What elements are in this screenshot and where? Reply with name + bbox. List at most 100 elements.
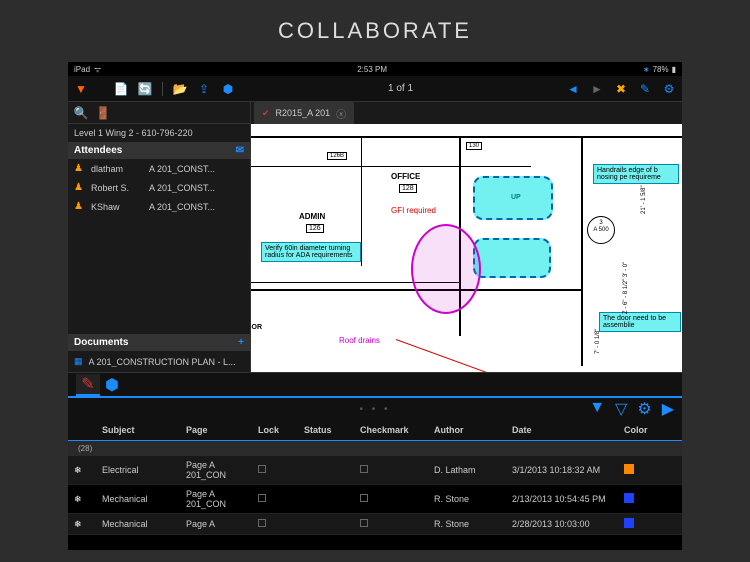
annotation-door[interactable]: The door need to be assemblie — [599, 312, 681, 332]
attendee-name: KShaw — [91, 202, 141, 212]
attendee-doc: A 201_CONST... — [149, 164, 244, 174]
document-row[interactable]: ▦ A 201_CONSTRUCTION PLAN - L... — [68, 351, 250, 372]
table-row[interactable]: ❄ MechanicalPage A 201_CON R. Stone2/13/20… — [68, 485, 682, 514]
page-dots: • • • — [359, 404, 390, 415]
3d-tab[interactable]: ⬢ — [100, 374, 124, 396]
cell-author: R. Stone — [428, 519, 506, 529]
col-checkmark[interactable]: Checkmark — [354, 425, 428, 435]
cell-checkmark[interactable] — [354, 494, 428, 504]
pencil-icon[interactable]: ✎ — [638, 82, 652, 96]
cell-checkmark[interactable] — [354, 465, 428, 475]
annotation-ada[interactable]: Verify 60in diameter turning radius for … — [261, 242, 361, 262]
bluetooth-icon: ∗ — [643, 65, 650, 74]
exit-icon[interactable]: 🚪 — [96, 106, 110, 120]
ios-statusbar: iPad ᯤ 2:53 PM ∗ 78% ▮ — [68, 62, 682, 76]
attendee-row[interactable]: ♟ KShaw A 201_CONST... — [68, 197, 250, 216]
table-header: Subject Page Lock Status Checkmark Autho… — [68, 420, 682, 441]
cloud-markup-2[interactable] — [473, 238, 551, 278]
menu-icon[interactable]: ▼ — [74, 82, 88, 96]
invite-icon[interactable]: ✉ — [236, 145, 244, 156]
cell-date: 2/28/2013 10:03:00 — [506, 519, 618, 529]
room-admin: ADMIN — [299, 212, 325, 221]
banner-title: COLLABORATE — [0, 0, 750, 58]
cell-author: R. Stone — [428, 494, 506, 504]
check-icon: ✔ — [262, 108, 270, 119]
close-icon[interactable]: ⓧ — [336, 106, 346, 121]
grid-gear-icon[interactable]: ⚙ — [637, 399, 651, 419]
cloud-markup-1[interactable] — [473, 176, 553, 220]
attendee-doc: A 201_CONST... — [149, 202, 244, 212]
markup-type-icon: ❄ — [74, 465, 82, 475]
col-color[interactable]: Color — [618, 425, 662, 435]
person-icon: ♟ — [74, 163, 83, 174]
leader-line — [396, 339, 547, 372]
attendee-name: dlatham — [91, 164, 141, 174]
annotation-handrails[interactable]: Handrails edge of b nosing pe requireme — [593, 164, 679, 184]
dimension-3: 7' - 0 1/8" — [595, 329, 601, 354]
device-frame: iPad ᯤ 2:53 PM ∗ 78% ▮ ▼ 📄 🔄 📂 ⇪ ⬢ 1 of … — [68, 62, 682, 550]
person-icon: ♟ — [74, 201, 83, 212]
doc-tabbar: ✔ R2015_A 201 ⓧ — [251, 102, 682, 124]
app-toolbar: ▼ 📄 🔄 📂 ⇪ ⬢ 1 of 1 ◄ ► ✖ ✎ ⚙ — [68, 76, 682, 102]
room-126b: 126B — [327, 152, 347, 160]
cell-author: D. Latham — [428, 465, 506, 475]
cell-page: Page A 201_CON — [180, 460, 252, 480]
cell-date: 3/1/2013 10:18:32 AM — [506, 465, 618, 475]
table-row[interactable]: ❄ElectricalPage A 201_COND. Latham3/1/20… — [68, 456, 682, 485]
dimension-2: Z - 6" - 8 1/2" 3' - 0" — [623, 262, 629, 314]
cloud-icon[interactable]: ⬢ — [221, 82, 235, 96]
refresh-doc-icon[interactable]: 🔄 — [138, 82, 152, 96]
open-icon[interactable]: 📂 — [173, 82, 187, 96]
prev-icon[interactable]: ◄ — [566, 82, 580, 96]
tab-label: R2015_A 201 — [276, 108, 331, 118]
filter-full-icon[interactable]: ▼ — [589, 399, 605, 419]
doc-tab[interactable]: ✔ R2015_A 201 ⓧ — [254, 102, 354, 125]
cell-lock[interactable] — [252, 465, 298, 475]
clock: 2:53 PM — [101, 65, 643, 74]
dimension-1: 21' - 1 5/8" — [641, 185, 647, 214]
cell-lock[interactable] — [252, 494, 298, 504]
annotation-roof-label[interactable]: Roof drains — [339, 336, 380, 345]
filter-icon[interactable]: ▽ — [615, 399, 627, 419]
col-author[interactable]: Author — [428, 425, 506, 435]
col-lock[interactable]: Lock — [252, 425, 298, 435]
share-icon[interactable]: ⇪ — [197, 82, 211, 96]
cell-lock[interactable] — [252, 519, 298, 529]
annotation-oval[interactable] — [411, 224, 481, 314]
annotation-gfi[interactable]: GFI required — [391, 206, 436, 215]
gear-icon[interactable]: ⚙ — [662, 82, 676, 96]
drawing-area: ✔ R2015_A 201 ⓧ OFFICE 128 ADMIN 126 UP — [251, 102, 682, 372]
table-row[interactable]: ❄ MechanicalPage A R. Stone2/28/2013 10:03… — [68, 514, 682, 535]
col-subject[interactable]: Subject — [96, 425, 180, 435]
next-icon[interactable]: ► — [590, 82, 604, 96]
cell-subject: Mechanical — [96, 494, 180, 504]
col-page[interactable]: Page — [180, 425, 252, 435]
battery-pct: 78% — [653, 65, 669, 74]
search-icon[interactable]: 🔍 — [74, 106, 88, 120]
markup-type-icon: ❄ — [74, 519, 82, 529]
new-doc-icon[interactable]: 📄 — [114, 82, 128, 96]
level-label: Level 1 Wing 2 - 610-796-220 — [68, 124, 250, 142]
play-icon[interactable]: ▶ — [662, 399, 674, 419]
cell-date: 2/13/2013 10:54:45 PM — [506, 494, 618, 504]
tools-icon[interactable]: ✖ — [614, 82, 628, 96]
col-status[interactable]: Status — [298, 425, 354, 435]
cell-color — [618, 493, 662, 505]
battery-icon: ▮ — [672, 65, 676, 74]
markup-type-icon: ❄ — [74, 494, 82, 504]
wifi-icon: ᯤ — [94, 64, 101, 75]
room-admin-num: 126 — [306, 224, 324, 233]
cell-subject: Mechanical — [96, 519, 180, 529]
cell-checkmark[interactable] — [354, 519, 428, 529]
attendee-row[interactable]: ♟ dlatham A 201_CONST... — [68, 159, 250, 178]
cell-page: Page A — [180, 519, 252, 529]
room-130: 130 — [466, 142, 482, 150]
grid-toolbar: • • • ▼ ▽ ⚙ ▶ — [68, 398, 682, 420]
add-doc-icon[interactable]: + — [238, 337, 244, 348]
room-office-num: 128 — [399, 184, 417, 193]
markups-tab[interactable]: ✎ — [76, 374, 100, 396]
drawing-canvas[interactable]: OFFICE 128 ADMIN 126 UP 130 126B 3A 500 … — [251, 124, 682, 372]
attendee-row[interactable]: ♟ Robert S. A 201_CONST... — [68, 178, 250, 197]
cell-page: Page A 201_CON — [180, 489, 252, 509]
col-date[interactable]: Date — [506, 425, 618, 435]
